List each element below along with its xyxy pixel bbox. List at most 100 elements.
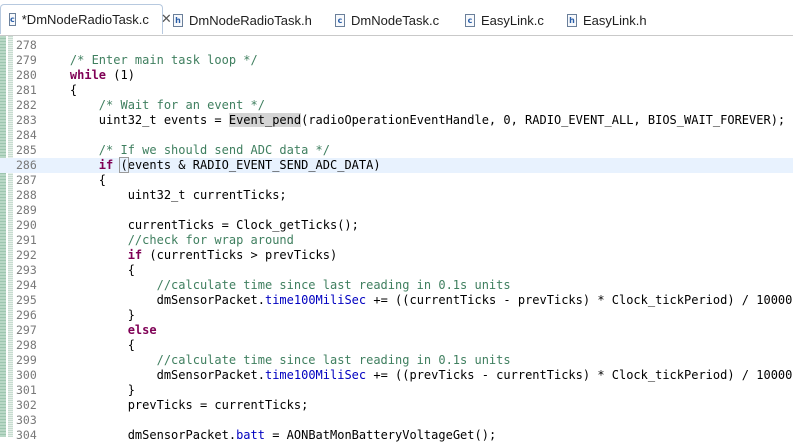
code-line[interactable]: 288 uint32_t currentTicks; [0,188,793,203]
code-line[interactable]: 297 else [0,323,793,338]
matched-bracket: ( [119,157,129,173]
code-line[interactable]: 301 } [0,383,793,398]
line-code[interactable]: //calculate time since last reading in 0… [41,353,511,368]
line-code[interactable]: while (1) [41,68,135,83]
code-editor[interactable]: 278 279 /* Enter main task loop */280 whi… [0,36,793,442]
code-token: dmSensorPacket. [41,293,265,307]
highlighted-token: Event_pend [228,113,302,127]
line-code[interactable]: dmSensorPacket.time100MiliSec += ((prevT… [41,368,793,383]
field-token: time100MiliSec [264,293,367,307]
code-line[interactable]: 289 [0,203,793,218]
line-code[interactable]: /* Enter main task loop */ [41,53,258,68]
c-file-icon: c [465,13,475,27]
h-file-icon: h [567,13,577,27]
code-token: (currentTicks > prevTicks) [142,248,338,262]
line-code[interactable]: { [41,338,135,353]
tab-easylink-h[interactable]: h EasyLink.h [567,8,647,32]
code-line[interactable]: 296 } [0,308,793,323]
line-code[interactable]: if (events & RADIO_EVENT_SEND_ADC_DATA) [41,157,381,173]
code-token: (radioOperationEventHandle, 0, RADIO_EVE… [301,113,786,127]
code-token: } [41,308,135,322]
code-line[interactable]: 279 /* Enter main task loop */ [0,53,793,68]
code-token: { [41,263,135,277]
code-line[interactable]: 295 dmSensorPacket.time100MiliSec += ((c… [0,293,793,308]
line-code[interactable]: uint32_t events = Event_pend(radioOperat… [41,113,785,128]
line-number: 303 [16,413,37,427]
code-line[interactable]: 291 //check for wrap around [0,233,793,248]
line-code[interactable]: uint32_t currentTicks; [41,188,287,203]
line-code[interactable]: /* If we should send ADC data */ [41,143,330,158]
code-token: uint32_t currentTicks; [41,188,287,202]
code-line[interactable]: 294 //calculate time since last reading … [0,278,793,293]
tab-label: EasyLink.h [583,12,647,28]
code-token: dmSensorPacket. [41,368,265,382]
tab-dmnoderadiotask-c[interactable]: c *DmNodeRadioTask.c ✕ [0,4,172,34]
code-line[interactable]: 278 [0,38,793,53]
code-line[interactable]: 299 //calculate time since last reading … [0,353,793,368]
keyword-token: else [127,323,157,337]
tab-label: EasyLink.c [481,12,544,28]
editor-tab-bar: c *DmNodeRadioTask.c ✕ h DmNodeRadioTask… [0,0,793,36]
tab-dmnoderadiotask-h[interactable]: h DmNodeRadioTask.h [173,8,312,32]
field-token: time100MiliSec [264,368,367,382]
code-line[interactable]: 304 dmSensorPacket.batt = AONBatMonBatte… [0,428,793,443]
line-code[interactable]: dmSensorPacket.batt = AONBatMonBatteryVo… [41,428,496,443]
keyword-token: if [127,248,143,262]
comment-token: /* Enter main task loop */ [69,53,258,67]
code-line[interactable]: 298 { [0,338,793,353]
line-code[interactable]: } [41,308,135,323]
code-line[interactable]: 292 if (currentTicks > prevTicks) [0,248,793,263]
code-token: prevTicks = currentTicks; [41,398,309,412]
code-token: events & RADIO_EVENT_SEND_ADC_DATA) [127,158,381,172]
code-token: = AONBatMonBatteryVoltageGet(); [264,428,497,442]
line-code[interactable]: } [41,383,135,398]
code-token: dmSensorPacket. [41,428,237,442]
code-line[interactable]: 286 if (events & RADIO_EVENT_SEND_ADC_DA… [0,157,793,173]
code-line[interactable]: 282 /* Wait for an event */ [0,98,793,113]
line-code[interactable]: { [41,173,106,188]
code-line[interactable]: 281 { [0,83,793,98]
code-line[interactable]: 290 currentTicks = Clock_getTicks(); [0,218,793,233]
comment-token: /* Wait for an event */ [98,98,265,112]
line-code[interactable]: else [41,323,157,338]
code-token: { [41,83,78,97]
line-code[interactable]: { [41,263,135,278]
code-line[interactable]: 285 /* If we should send ADC data */ [0,143,793,158]
tab-dmnodetask-c[interactable]: c DmNodeTask.c [335,8,439,32]
code-token: (1) [106,68,135,82]
line-number: 278 [16,38,37,52]
code-line[interactable]: 300 dmSensorPacket.time100MiliSec += ((p… [0,368,793,383]
code-line[interactable]: 302 prevTicks = currentTicks; [0,398,793,413]
line-code[interactable]: { [41,83,77,98]
code-line[interactable]: 280 while (1) [0,68,793,83]
line-code[interactable]: prevTicks = currentTicks; [41,398,309,413]
close-icon[interactable]: ✕ [161,12,172,27]
code-line[interactable]: 284 [0,128,793,143]
line-code[interactable]: dmSensorPacket.time100MiliSec += ((curre… [41,293,793,308]
code-line[interactable]: 287 { [0,173,793,188]
comment-token: //calculate time since last reading in 0… [156,278,511,292]
tab-label: DmNodeTask.c [351,12,440,28]
keyword-token: if [98,158,114,172]
line-code[interactable]: //calculate time since last reading in 0… [41,278,511,293]
tab-easylink-c[interactable]: c EasyLink.c [465,8,544,32]
code-line[interactable]: 283 uint32_t events = Event_pend(radioOp… [0,113,793,128]
c-file-icon: c [9,13,16,26]
line-code[interactable]: if (currentTicks > prevTicks) [41,248,338,263]
keyword-token: while [69,68,107,82]
code-token: } [41,383,135,397]
line-code[interactable]: /* Wait for an event */ [41,98,265,113]
code-token: { [41,338,135,352]
code-line[interactable]: 303 [0,413,793,428]
line-code[interactable]: currentTicks = Clock_getTicks(); [41,218,359,233]
code-line[interactable]: 293 { [0,263,793,278]
tab-label: *DmNodeRadioTask.c [21,12,149,27]
line-code[interactable]: //check for wrap around [41,233,294,248]
